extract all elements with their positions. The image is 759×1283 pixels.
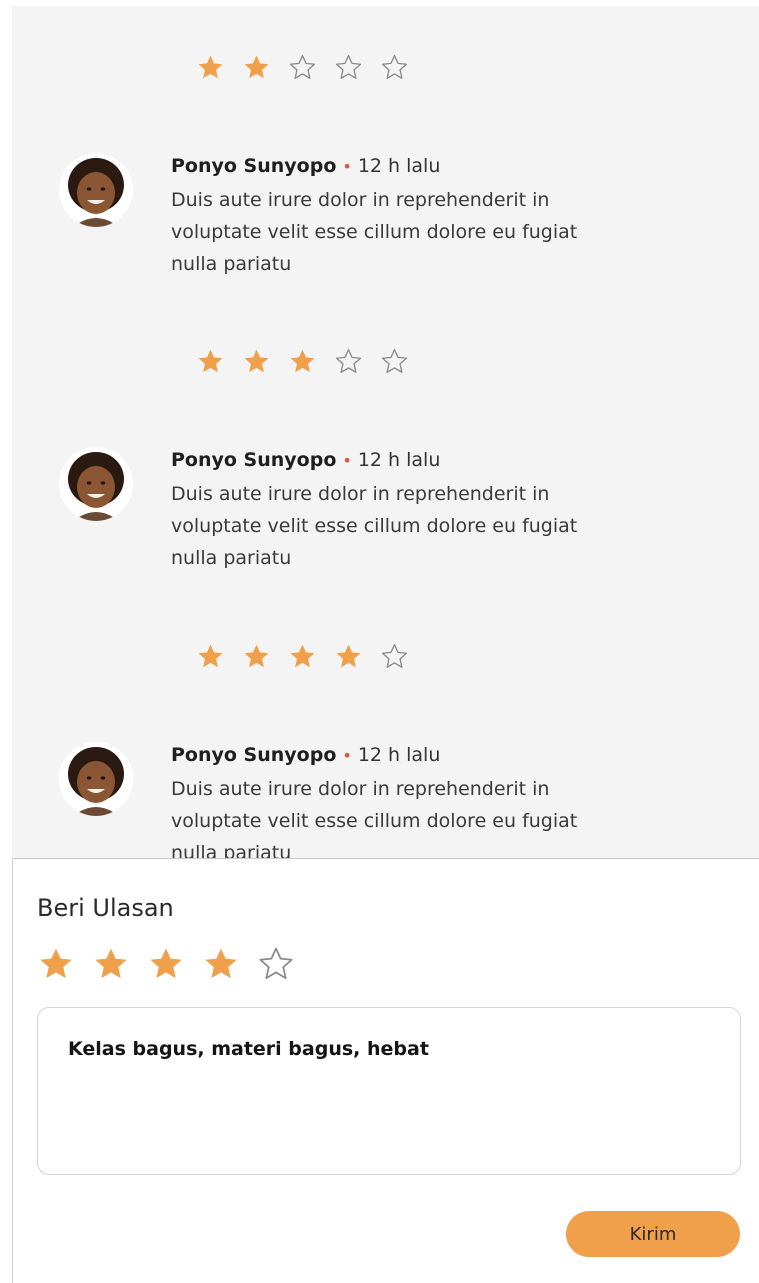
separator-dot: • xyxy=(342,746,352,765)
star-outline-icon xyxy=(288,53,317,82)
star-outline-icon xyxy=(380,642,409,671)
separator-dot: • xyxy=(342,451,352,470)
review-item: Ponyo Sunyopo • 12 h lalu Duis aute irure … xyxy=(12,447,759,577)
star-filled-icon xyxy=(242,642,271,671)
star-filled-icon xyxy=(288,642,317,671)
review-body: Ponyo Sunyopo • 12 h lalu Duis aute irure … xyxy=(171,447,591,574)
review-time: 12 h lalu xyxy=(357,449,441,471)
star-outline-icon xyxy=(334,53,363,82)
review-header: Ponyo Sunyopo • 12 h lalu xyxy=(171,742,591,769)
reviews-feed[interactable]: Ponyo Sunyopo • 12 h lalu Duis aute irure … xyxy=(12,6,759,858)
star-filled-icon xyxy=(242,53,271,82)
review-rating xyxy=(196,53,409,82)
star-filled-icon xyxy=(288,347,317,376)
star-filled-icon[interactable] xyxy=(202,945,240,983)
avatar xyxy=(59,153,133,227)
review-text: Duis aute irure dolor in reprehenderit i… xyxy=(171,483,578,569)
review-form-title: Beri Ulasan xyxy=(37,894,174,922)
star-filled-icon xyxy=(196,53,225,82)
star-outline-icon xyxy=(380,347,409,376)
review-time: 12 h lalu xyxy=(357,155,441,177)
review-item: Ponyo Sunyopo • 12 h lalu Duis aute irure … xyxy=(12,742,759,858)
separator-dot: • xyxy=(342,157,352,176)
review-body: Ponyo Sunyopo • 12 h lalu Duis aute irure … xyxy=(171,153,591,280)
star-filled-icon[interactable] xyxy=(92,945,130,983)
review-header: Ponyo Sunyopo • 12 h lalu xyxy=(171,153,591,180)
review-rating xyxy=(196,347,409,376)
rating-input[interactable] xyxy=(37,945,295,983)
star-outline-icon xyxy=(334,347,363,376)
review-rating xyxy=(196,642,409,671)
review-header: Ponyo Sunyopo • 12 h lalu xyxy=(171,447,591,474)
star-filled-icon xyxy=(242,347,271,376)
reviewer-name: Ponyo Sunyopo xyxy=(171,744,337,766)
reviewer-name: Ponyo Sunyopo xyxy=(171,449,337,471)
review-text: Duis aute irure dolor in reprehenderit i… xyxy=(171,778,578,858)
star-filled-icon[interactable] xyxy=(37,945,75,983)
star-outline-icon[interactable] xyxy=(257,945,295,983)
send-button[interactable]: Kirim xyxy=(566,1211,740,1257)
review-text: Duis aute irure dolor in reprehenderit i… xyxy=(171,189,578,275)
sheet-left-border xyxy=(12,858,13,1283)
review-body: Ponyo Sunyopo • 12 h lalu Duis aute irure … xyxy=(171,742,591,858)
avatar xyxy=(59,447,133,521)
star-outline-icon xyxy=(380,53,409,82)
star-filled-icon xyxy=(196,642,225,671)
star-filled-icon xyxy=(334,642,363,671)
reviewer-name: Ponyo Sunyopo xyxy=(171,155,337,177)
star-filled-icon[interactable] xyxy=(147,945,185,983)
review-time: 12 h lalu xyxy=(357,744,441,766)
review-textarea-value: Kelas bagus, materi bagus, hebat xyxy=(68,1038,429,1060)
review-textarea[interactable]: Kelas bagus, materi bagus, hebat xyxy=(37,1007,741,1175)
sheet-divider xyxy=(12,858,759,859)
star-filled-icon xyxy=(196,347,225,376)
avatar xyxy=(59,742,133,816)
review-item: Ponyo Sunyopo • 12 h lalu Duis aute irure … xyxy=(12,153,759,283)
